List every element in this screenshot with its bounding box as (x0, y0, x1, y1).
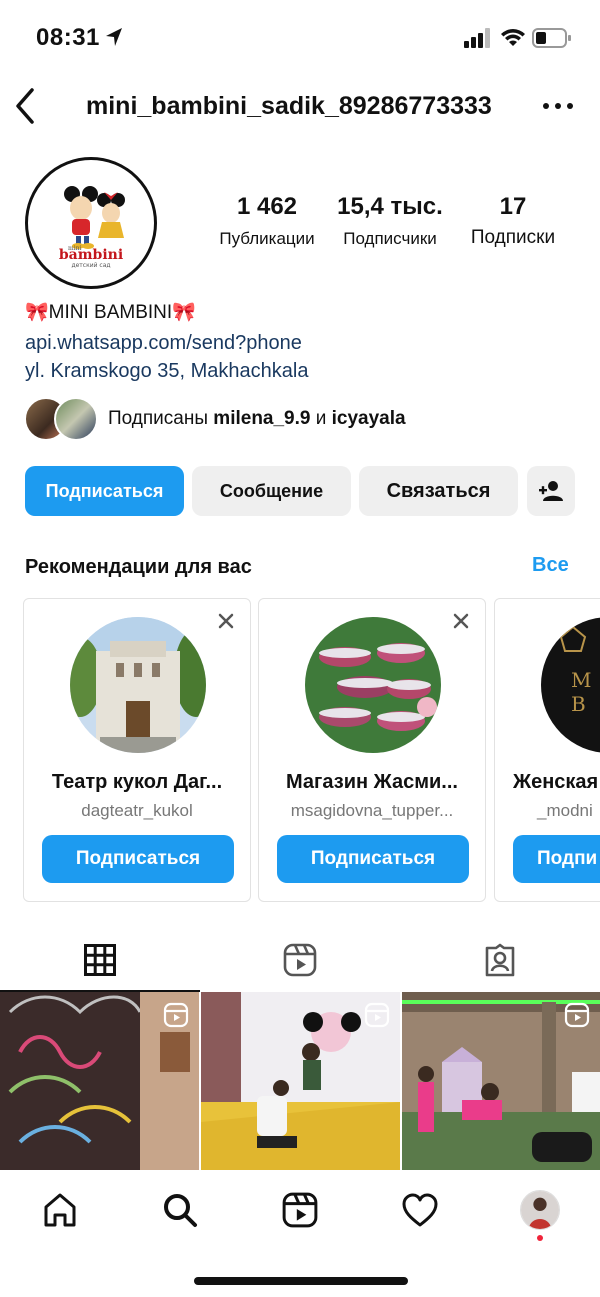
stat-followers-value: 15,4 тыс. (337, 193, 443, 220)
signal-icon (464, 28, 490, 48)
recommendation-username: _modni (537, 801, 593, 820)
recommendation-follow-button[interactable]: Подписаться (42, 835, 234, 883)
svg-text:B: B (571, 692, 586, 716)
message-button[interactable]: Сообщение (192, 466, 351, 516)
followed-by-user-2: icyayala (331, 408, 406, 429)
recommendation-avatar[interactable]: M B (541, 617, 600, 753)
stat-posts-value: 1 462 (236, 193, 298, 220)
grid-icon (84, 944, 116, 976)
tab-search[interactable] (158, 1188, 202, 1232)
see-all-link[interactable]: Все (532, 554, 569, 577)
stat-followers[interactable]: 15,4 тыс. Подписчики (330, 193, 450, 249)
reels-icon (283, 943, 317, 977)
bio-link[interactable]: api.whatsapp.com/send?phone (25, 332, 302, 355)
stat-posts[interactable]: 1 462 Публикации (208, 193, 326, 249)
stat-following-label: Подписки (470, 227, 556, 248)
followed-by-text[interactable]: Подписаны milena_9.9 и icyayala (108, 408, 406, 430)
tab-activity[interactable] (398, 1188, 442, 1232)
nav-bar: mini_bambini_sadik_89286773333 (0, 76, 600, 138)
recommendation-card[interactable]: Театр кукол Даг... dagteatr_kukol Подпис… (23, 598, 251, 902)
location-arrow-icon (106, 28, 122, 46)
recommendation-follow-button[interactable]: Подпи (513, 835, 600, 883)
stat-followers-label: Подписчики (343, 229, 437, 248)
post-thumbnail[interactable] (0, 992, 199, 1170)
bow-emoji-left: 🎀 (25, 302, 49, 323)
contact-button[interactable]: Связаться (359, 466, 518, 516)
tab-reels[interactable] (200, 930, 400, 990)
bio-name-text: MINI BAMBINI (48, 302, 173, 323)
post-thumbnail[interactable] (402, 992, 600, 1170)
tab-tagged[interactable] (400, 930, 600, 990)
recommendation-card[interactable]: Магазин Жасми... msagidovna_tupper... По… (258, 598, 486, 902)
svg-text:детский сад: детский сад (71, 262, 110, 269)
profile-username-title: mini_bambini_sadik_89286773333 (86, 92, 492, 120)
tagged-icon (485, 943, 515, 977)
heart-icon (402, 1193, 438, 1227)
tab-reels-nav[interactable] (278, 1188, 322, 1232)
recommendation-username: msagidovna_tupper... (290, 801, 454, 820)
reel-badge-icon (163, 1002, 189, 1028)
home-icon (44, 1193, 76, 1227)
profile-avatar[interactable]: mini bambini детский сад (25, 157, 157, 289)
own-avatar (521, 1191, 559, 1229)
stat-posts-label: Публикации (219, 229, 315, 248)
follow-button[interactable]: Подписаться (25, 466, 184, 516)
tab-home[interactable] (38, 1188, 82, 1232)
reels-icon (282, 1192, 318, 1228)
bio-address[interactable]: yl. Kramskogo 35, Makhachkala (25, 360, 308, 383)
home-indicator[interactable] (194, 1277, 408, 1285)
followed-by-user-1: milena_9.9 (213, 408, 311, 429)
svg-text:bambini: bambini (59, 247, 123, 263)
recommendations-title: Рекомендации для вас (25, 556, 252, 578)
back-chevron-icon[interactable] (10, 84, 40, 128)
recommendation-name: Магазин Жасми... (286, 771, 458, 793)
status-time: 08:31 (36, 24, 100, 51)
tab-profile-avatar[interactable] (520, 1190, 560, 1230)
recommendation-name: Театр кукол Даг... (51, 771, 223, 793)
profile-tabs (0, 930, 600, 992)
tab-posts[interactable] (0, 930, 200, 992)
recommendation-name: Женская (513, 771, 599, 793)
recommendation-avatar[interactable] (70, 617, 206, 753)
battery-icon (532, 28, 571, 48)
posts-grid (0, 992, 600, 1170)
recommendation-card[interactable]: M B Женская _modni Подпи (494, 598, 600, 902)
notification-dot (537, 1235, 543, 1241)
bio-name: 🎀MINI BAMBINI🎀 (25, 300, 196, 324)
add-user-icon (539, 481, 563, 501)
svg-text:M: M (571, 668, 591, 692)
add-user-button[interactable] (527, 466, 575, 516)
wifi-icon (501, 29, 525, 46)
bow-emoji-right: 🎀 (172, 302, 196, 323)
stat-following[interactable]: 17 Подписки (457, 193, 569, 249)
close-icon[interactable] (451, 611, 471, 631)
follower-avatar-2 (54, 397, 98, 441)
close-icon[interactable] (216, 611, 236, 631)
stat-following-value: 17 (499, 193, 527, 220)
bambini-logo: mini bambini детский сад (32, 164, 150, 282)
followed-by-prefix: Подписаны (108, 408, 214, 429)
recommendation-follow-button[interactable]: Подписаться (277, 835, 469, 883)
recommendation-avatar[interactable] (305, 617, 441, 753)
followed-by-and: и (310, 408, 332, 429)
search-icon (164, 1194, 197, 1227)
followed-by-avatars[interactable] (24, 397, 100, 443)
more-horizontal-icon[interactable] (538, 94, 578, 118)
reel-badge-icon (564, 1002, 590, 1028)
post-thumbnail[interactable] (201, 992, 400, 1170)
recommendation-username: dagteatr_kukol (81, 801, 193, 820)
status-bar: 08:31 (0, 0, 600, 76)
reel-badge-icon (364, 1002, 390, 1028)
